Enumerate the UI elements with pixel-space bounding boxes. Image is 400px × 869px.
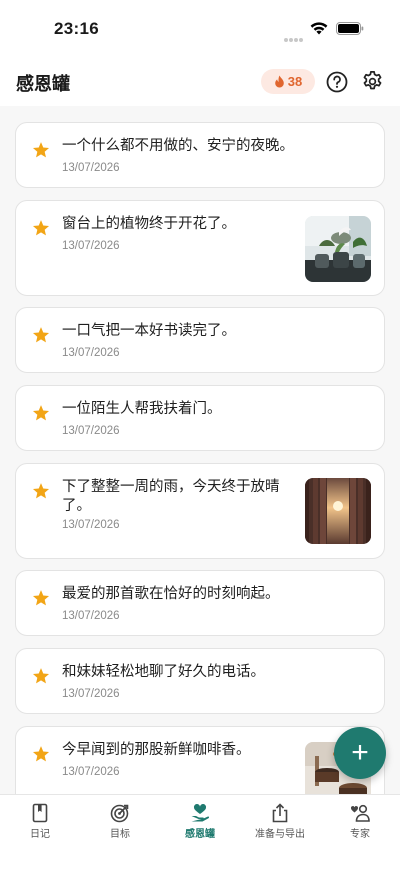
gratitude-entry[interactable]: 一位陌生人帮我扶着门。 13/07/2026 bbox=[15, 385, 385, 451]
heart-hand-icon bbox=[191, 804, 210, 822]
tab-journal[interactable]: 日记 bbox=[0, 795, 80, 843]
wifi-icon bbox=[310, 22, 328, 35]
app-header: 感恩罐 38 bbox=[0, 58, 400, 106]
entry-date: 13/07/2026 bbox=[62, 688, 120, 700]
gratitude-entry[interactable]: 窗台上的植物终于开花了。 13/07/2026 bbox=[15, 200, 385, 296]
star-icon[interactable] bbox=[32, 667, 50, 685]
entry-text: 一位陌生人帮我扶着门。 bbox=[62, 401, 222, 417]
gratitude-entry[interactable]: 一个什么都不用做的、安宁的夜晚。 13/07/2026 bbox=[15, 122, 385, 188]
battery-icon bbox=[336, 22, 364, 35]
entry-text: 最爱的那首歌在恰好的时刻响起。 bbox=[62, 586, 280, 602]
entry-text: 今早闻到的那股新鲜咖啡香。 bbox=[62, 742, 251, 758]
plus-icon: + bbox=[351, 736, 369, 769]
star-icon[interactable] bbox=[32, 589, 50, 607]
gratitude-entry[interactable]: 和妹妹轻松地聊了好久的电话。 13/07/2026 bbox=[15, 648, 385, 714]
tab-label: 感恩罐 bbox=[185, 829, 215, 840]
status-time: 23:16 bbox=[54, 19, 99, 38]
gear-icon[interactable] bbox=[361, 70, 384, 93]
entry-text: 窗台上的植物终于开花了。 bbox=[62, 216, 236, 232]
entry-date: 13/07/2026 bbox=[62, 610, 120, 622]
entry-text: 下了整整一周的雨，今天终于放晴了。 bbox=[62, 479, 280, 514]
add-entry-button[interactable]: + bbox=[334, 727, 386, 779]
entry-date: 13/07/2026 bbox=[62, 162, 120, 174]
gratitude-entry[interactable]: 下了整整一周的雨，今天终于放晴了。 13/07/2026 bbox=[15, 463, 385, 559]
entry-date: 13/07/2026 bbox=[62, 425, 120, 437]
tab-prepare-export[interactable]: 准备与导出 bbox=[240, 795, 320, 843]
star-icon[interactable] bbox=[32, 404, 50, 422]
star-icon[interactable] bbox=[32, 745, 50, 763]
entry-date: 13/07/2026 bbox=[62, 240, 120, 252]
tab-label: 准备与导出 bbox=[255, 829, 305, 840]
tab-goals[interactable]: 目标 bbox=[80, 795, 160, 843]
page-title: 感恩罐 bbox=[16, 74, 70, 94]
gratitude-entry[interactable]: 最爱的那首歌在恰好的时刻响起。 13/07/2026 bbox=[15, 570, 385, 636]
journal-icon bbox=[32, 803, 48, 823]
tab-label: 日记 bbox=[30, 829, 50, 840]
star-icon[interactable] bbox=[32, 219, 50, 237]
expert-icon bbox=[350, 804, 370, 822]
streak-count: 38 bbox=[287, 74, 303, 89]
target-icon bbox=[110, 804, 129, 823]
tab-gratitude-jar[interactable]: 感恩罐 bbox=[160, 795, 240, 843]
share-icon bbox=[272, 803, 288, 823]
entry-text: 一口气把一本好书读完了。 bbox=[62, 323, 236, 339]
star-icon[interactable] bbox=[32, 482, 50, 500]
entry-date: 13/07/2026 bbox=[62, 519, 120, 531]
tab-label: 专家 bbox=[350, 829, 370, 840]
flame-icon bbox=[274, 75, 284, 88]
bottom-tab-bar: 日记 目标 感恩罐 准备与导出 专家 bbox=[0, 794, 400, 869]
sunset-curtain-photo[interactable] bbox=[305, 478, 371, 544]
gratitude-list[interactable]: 一个什么都不用做的、安宁的夜晚。 13/07/2026 窗台上的植物终于开花了。… bbox=[0, 106, 400, 794]
star-icon[interactable] bbox=[32, 141, 50, 159]
signal-dots-icon bbox=[284, 29, 304, 42]
gratitude-entry[interactable]: 今早闻到的那股新鲜咖啡香。 13/07/2026 bbox=[15, 726, 385, 794]
tab-expert[interactable]: 专家 bbox=[320, 795, 400, 843]
entry-date: 13/07/2026 bbox=[62, 347, 120, 359]
help-icon[interactable] bbox=[326, 71, 348, 93]
streak-badge[interactable]: 38 bbox=[261, 69, 315, 94]
entry-text: 和妹妹轻松地聊了好久的电话。 bbox=[62, 664, 265, 680]
entry-text: 一个什么都不用做的、安宁的夜晚。 bbox=[62, 138, 294, 154]
plant-photo[interactable] bbox=[305, 216, 371, 282]
gratitude-entry[interactable]: 一口气把一本好书读完了。 13/07/2026 bbox=[15, 307, 385, 373]
entry-date: 13/07/2026 bbox=[62, 766, 120, 778]
status-bar: 23:16 bbox=[0, 0, 400, 58]
star-icon[interactable] bbox=[32, 326, 50, 344]
tab-label: 目标 bbox=[110, 829, 130, 840]
